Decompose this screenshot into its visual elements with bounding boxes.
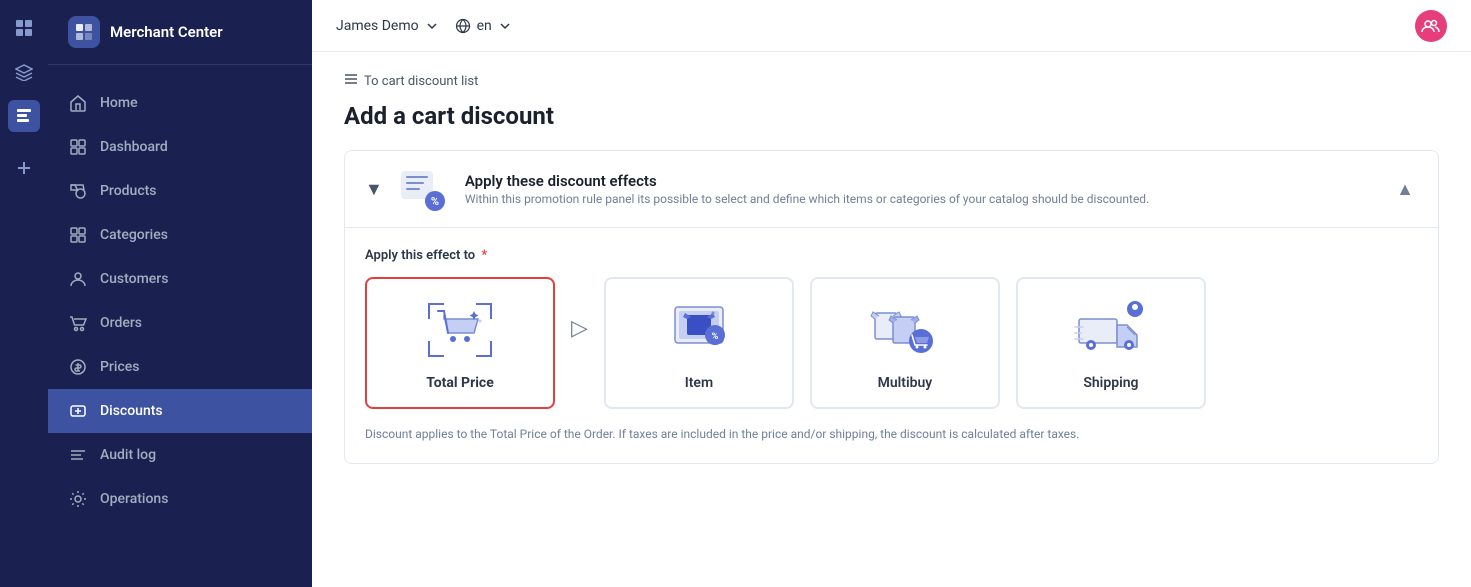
rail-icon-active[interactable]	[8, 100, 40, 132]
shipping-label: Shipping	[1083, 375, 1138, 391]
sidebar-label-audit-log: Audit log	[100, 447, 156, 463]
panel-header-left: ▼ % Apply these discount effects Within …	[365, 167, 1149, 211]
sidebar-item-home[interactable]: Home	[48, 81, 312, 125]
sidebar-item-prices[interactable]: Prices	[48, 345, 312, 389]
breadcrumb: To cart discount list	[344, 72, 1439, 90]
effect-cards-container: Total Price ▷	[365, 277, 1418, 409]
sidebar-label-prices: Prices	[100, 359, 139, 375]
sidebar-item-customers[interactable]: Customers	[48, 257, 312, 301]
panel-icon: %	[399, 167, 449, 211]
lang-chevron-icon	[498, 19, 512, 33]
sidebar-header: Merchant Center	[48, 0, 312, 65]
sidebar-logo	[68, 16, 100, 48]
effect-card-total-price[interactable]: Total Price	[365, 277, 555, 409]
lang-label: en	[477, 18, 492, 34]
item-icon: %	[659, 295, 739, 365]
main-content: James Demo en	[312, 0, 1471, 587]
shipping-icon	[1071, 295, 1151, 365]
sidebar-label-categories: Categories	[100, 227, 168, 243]
sidebar-label-home: Home	[100, 95, 138, 111]
effect-card-multibuy[interactable]: Multibuy	[810, 277, 1000, 409]
effect-card-shipping[interactable]: Shipping	[1016, 277, 1206, 409]
rail-icon-layers[interactable]	[8, 56, 40, 88]
sidebar-item-discounts[interactable]: Discounts	[48, 389, 312, 433]
sidebar-nav: Home Dashboard Products	[48, 65, 312, 587]
effect-card-item[interactable]: % Item	[604, 277, 794, 409]
total-price-icon	[420, 295, 500, 365]
sidebar-item-dashboard[interactable]: Dashboard	[48, 125, 312, 169]
discounts-icon	[68, 401, 88, 421]
svg-text:%: %	[431, 195, 439, 208]
panel-chevron-icon[interactable]: ▼	[365, 179, 383, 200]
sidebar: Merchant Center Home Dashboard	[48, 0, 312, 587]
breadcrumb-list-icon	[344, 72, 358, 90]
sidebar-item-products[interactable]: Products	[48, 169, 312, 213]
panel-text: Apply these discount effects Within this…	[465, 172, 1149, 206]
categories-icon	[68, 225, 88, 245]
panel-description: Within this promotion rule panel its pos…	[465, 192, 1149, 206]
sidebar-label-orders: Orders	[100, 315, 142, 331]
dashboard-icon	[68, 137, 88, 157]
sidebar-item-orders[interactable]: Orders	[48, 301, 312, 345]
total-price-label: Total Price	[426, 375, 494, 391]
language-selector[interactable]: en	[455, 18, 512, 34]
required-marker: *	[478, 248, 487, 263]
customers-icon	[68, 269, 88, 289]
sidebar-label-discounts: Discounts	[100, 403, 163, 419]
panel-title: Apply these discount effects	[465, 172, 1149, 190]
audit-log-icon	[68, 445, 88, 465]
bottom-description: Discount applies to the Total Price of t…	[365, 425, 1418, 443]
sidebar-label-products: Products	[100, 183, 157, 199]
panel-collapse-button[interactable]: ▲	[1392, 175, 1418, 204]
discount-panel-header: ▼ % Apply these discount effects Within …	[345, 151, 1438, 228]
page-title: Add a cart discount	[344, 102, 1439, 130]
multibuy-icon	[865, 295, 945, 365]
avatar-icon	[1420, 18, 1442, 34]
sidebar-label-customers: Customers	[100, 271, 168, 287]
account-name: James Demo	[336, 18, 419, 34]
account-chevron-icon	[425, 19, 439, 33]
effect-section: Apply this effect to *	[345, 228, 1438, 463]
topbar-left: James Demo en	[336, 18, 512, 34]
sidebar-item-operations[interactable]: Operations	[48, 477, 312, 521]
page-content: To cart discount list Add a cart discoun…	[312, 52, 1471, 587]
effect-label: Apply this effect to *	[365, 248, 1418, 263]
rail-icon-plus[interactable]	[8, 152, 40, 184]
account-selector[interactable]: James Demo	[336, 18, 439, 34]
sidebar-item-categories[interactable]: Categories	[48, 213, 312, 257]
prices-icon	[68, 357, 88, 377]
breadcrumb-link[interactable]: To cart discount list	[364, 74, 478, 89]
multibuy-label: Multibuy	[878, 375, 933, 391]
user-avatar[interactable]	[1415, 10, 1447, 42]
svg-text:%: %	[712, 332, 719, 342]
topbar: James Demo en	[312, 0, 1471, 52]
orders-icon	[68, 313, 88, 333]
sidebar-title: Merchant Center	[110, 23, 223, 41]
rail-icon-grid[interactable]	[8, 12, 40, 44]
sidebar-label-operations: Operations	[100, 491, 168, 507]
products-icon	[68, 181, 88, 201]
globe-icon	[455, 18, 471, 34]
card-arrow-icon: ▷	[571, 316, 588, 341]
sidebar-label-dashboard: Dashboard	[100, 139, 168, 155]
icon-rail	[0, 0, 48, 587]
operations-icon	[68, 489, 88, 509]
sidebar-item-audit-log[interactable]: Audit log	[48, 433, 312, 477]
item-label: Item	[685, 375, 713, 391]
topbar-right	[1415, 10, 1447, 42]
discount-panel: ▼ % Apply these discount effects Within …	[344, 150, 1439, 464]
home-icon	[68, 93, 88, 113]
